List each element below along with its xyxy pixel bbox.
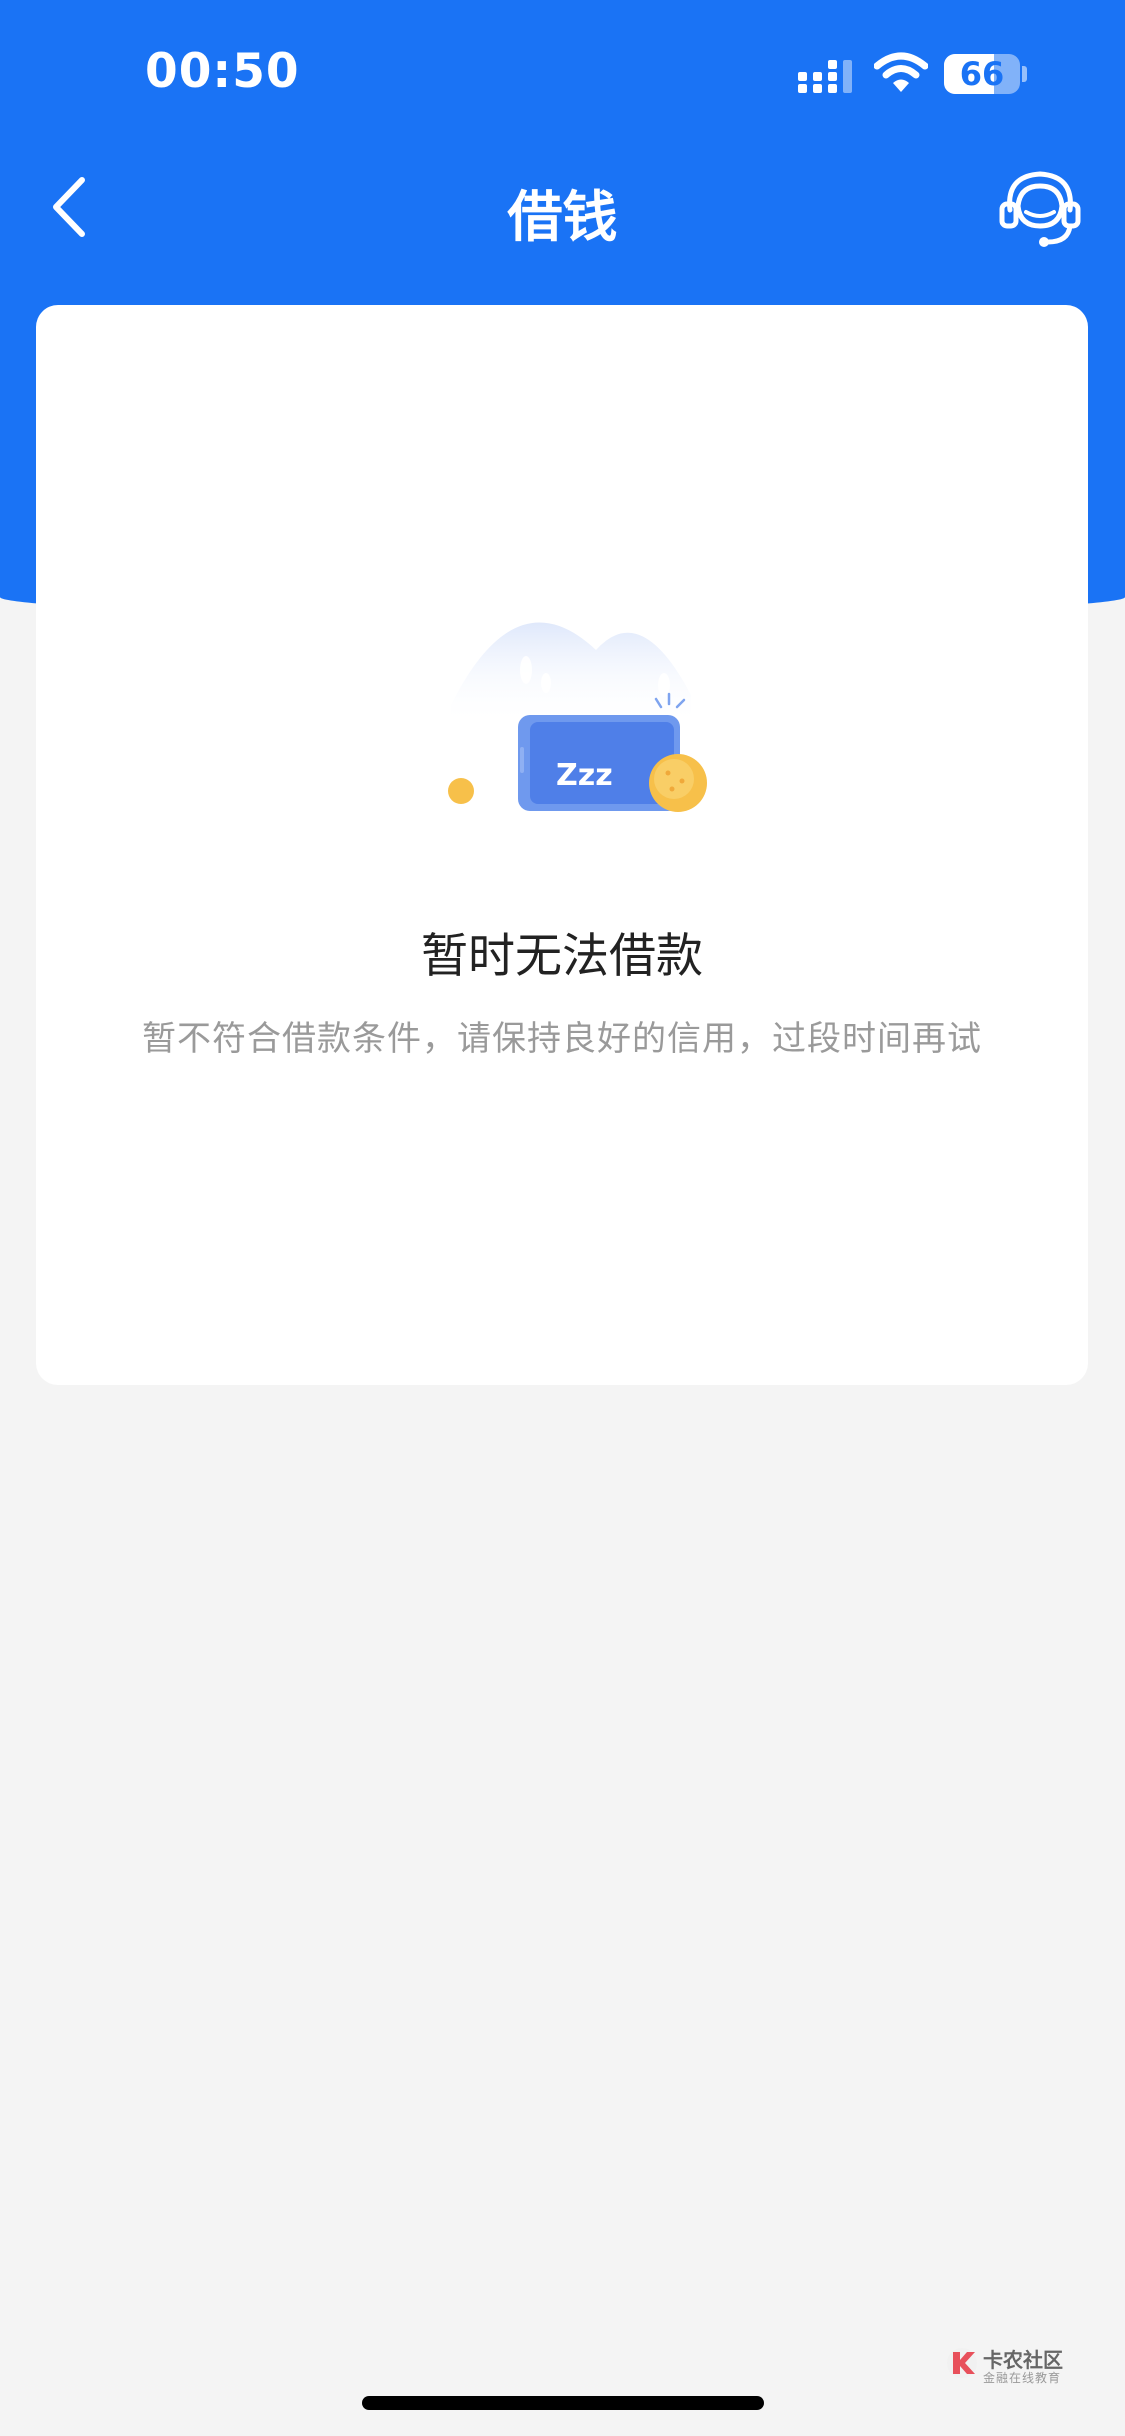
navigation-bar: 借钱 [0, 150, 1125, 265]
wifi-icon [874, 52, 928, 92]
empty-state-title: 暂时无法借款 [421, 929, 703, 984]
empty-state-card: Zzz 暂时无法借款 暂不符合借款条件，请保持良好的信用，过段时间再试 [36, 305, 1088, 1385]
home-indicator[interactable] [362, 2396, 764, 2410]
status-bar: 00:50 66 [0, 0, 1125, 150]
watermark-subtitle: 金融在线教育 [983, 2371, 1062, 2385]
battery-indicator: 66 [944, 54, 1020, 94]
zzz-text: Zzz [556, 758, 613, 793]
status-time: 00:50 [145, 44, 300, 99]
cellular-signal-icon [798, 60, 852, 93]
empty-state-description: 暂不符合借款条件，请保持良好的信用，过段时间再试 [142, 1019, 982, 1059]
watermark: 卡农社区 金融在线教育 [945, 2344, 1075, 2385]
battery-nub [1022, 66, 1027, 82]
customer-service-headset-icon [999, 171, 1081, 247]
customer-service-button[interactable] [996, 164, 1084, 254]
sleeping-phone-illustration: Zzz [448, 622, 707, 812]
page-title: 借钱 [507, 185, 618, 249]
kanong-logo-icon [947, 2348, 977, 2378]
battery-level-text: 66 [959, 55, 1005, 93]
